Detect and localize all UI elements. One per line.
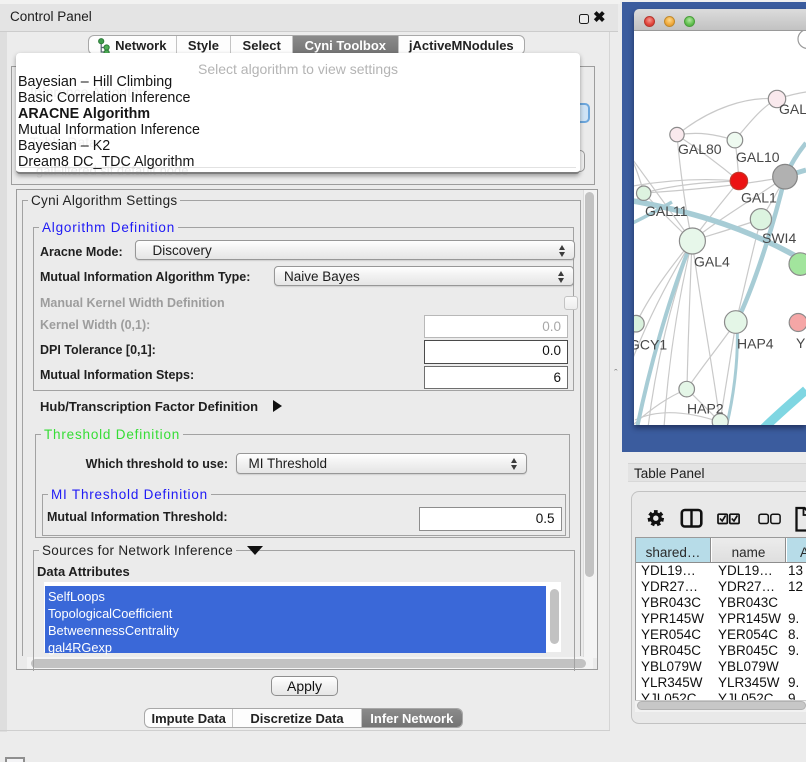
- svg-text:GCY1: GCY1: [634, 337, 667, 353]
- svg-text:Y: Y: [796, 335, 806, 351]
- svg-text:GAL11: GAL11: [645, 203, 688, 219]
- svg-text:GAL4: GAL4: [694, 254, 730, 270]
- svg-text:GAL2: GAL2: [779, 101, 806, 117]
- svg-text:HAP2: HAP2: [687, 401, 724, 417]
- svg-text:GAL80: GAL80: [678, 141, 722, 157]
- svg-text:HAP4: HAP4: [737, 336, 774, 352]
- svg-text:GAL1: GAL1: [741, 190, 777, 206]
- svg-text:SWI4: SWI4: [762, 230, 796, 246]
- svg-text:GAL10: GAL10: [736, 149, 780, 165]
